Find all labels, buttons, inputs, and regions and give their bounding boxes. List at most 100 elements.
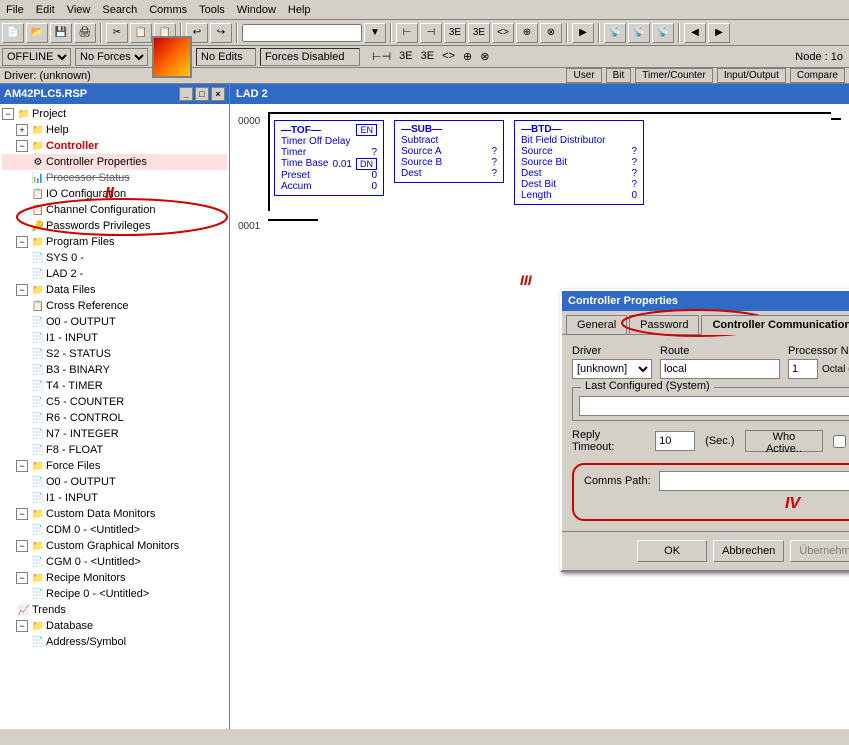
tree-item-force-files[interactable]: − 📁 Force Files xyxy=(2,458,227,474)
comm-btn3[interactable]: 📡 xyxy=(652,23,674,43)
tree-item-lad2[interactable]: 📄 LAD 2 - xyxy=(2,266,227,282)
cut-btn[interactable]: ✂ xyxy=(106,23,128,43)
tree-item-b3-binary[interactable]: 📄 B3 - BINARY xyxy=(2,362,227,378)
tab-password[interactable]: Password xyxy=(629,315,699,334)
tree-item-s2-status[interactable]: 📄 S2 - STATUS xyxy=(2,346,227,362)
tree-item-recipe[interactable]: − 📁 Recipe Monitors xyxy=(2,570,227,586)
btn-a[interactable]: ⊢⊣ xyxy=(372,50,391,63)
copy-btn[interactable]: 📋 xyxy=(130,23,152,43)
tree-item-controller[interactable]: − 📁 Controller xyxy=(2,138,227,154)
tof-en-contact[interactable]: EN xyxy=(356,124,377,136)
menu-comms[interactable]: Comms xyxy=(143,2,193,18)
comms-path-input[interactable] xyxy=(659,471,849,491)
expand-data-files[interactable]: − xyxy=(16,284,28,296)
cancel-btn[interactable]: Abbrechen xyxy=(713,540,784,562)
search-btn[interactable]: ▼ xyxy=(364,23,386,43)
forces-select[interactable]: No Forces Forces xyxy=(75,48,148,66)
expand-recipe[interactable]: − xyxy=(16,572,28,584)
tab-general[interactable]: General xyxy=(566,315,627,334)
tree-item-program-files[interactable]: − 📁 Program Files xyxy=(2,234,227,250)
nav-back[interactable]: ◀ xyxy=(684,23,706,43)
tree-item-n7-integer[interactable]: 📄 N7 - INTEGER xyxy=(2,426,227,442)
expand-cgm[interactable]: − xyxy=(16,540,28,552)
comm-btn1[interactable]: 📡 xyxy=(604,23,626,43)
tree-item-address[interactable]: 📄 Address/Symbol xyxy=(2,634,227,650)
tree-item-t4-timer[interactable]: 📄 T4 - TIMER xyxy=(2,378,227,394)
btn1[interactable]: ⊢ xyxy=(396,23,418,43)
expand-database[interactable]: − xyxy=(16,620,28,632)
tof-dn-contact[interactable]: DN xyxy=(356,158,377,170)
single-threading-checkbox[interactable] xyxy=(833,435,846,448)
last-configured-input[interactable] xyxy=(579,396,849,416)
expand-cdm[interactable]: − xyxy=(16,508,28,520)
tab-timer-counter[interactable]: Timer/Counter xyxy=(635,68,713,83)
search-input[interactable] xyxy=(242,24,362,42)
tree-item-cgm[interactable]: − 📁 Custom Graphical Monitors xyxy=(2,538,227,554)
tree-item-recipe0[interactable]: 📄 Recipe 0 - <Untitled> xyxy=(2,586,227,602)
mode-select[interactable]: OFFLINE ONLINE xyxy=(2,48,71,66)
close-btn[interactable]: × xyxy=(211,87,225,101)
tree-item-trends[interactable]: 📈 Trends xyxy=(2,602,227,618)
btn7[interactable]: ⊗ xyxy=(540,23,562,43)
comm-btn2[interactable]: 📡 xyxy=(628,23,650,43)
tree-item-o0-output[interactable]: 📄 O0 - OUTPUT xyxy=(2,314,227,330)
menu-tools[interactable]: Tools xyxy=(193,2,231,18)
btn5[interactable]: <> xyxy=(492,23,514,43)
maximize-btn[interactable]: □ xyxy=(195,87,209,101)
minimize-btn[interactable]: _ xyxy=(179,87,193,101)
tree-item-help[interactable]: + 📁 Help xyxy=(2,122,227,138)
btn4[interactable]: 3E xyxy=(468,23,490,43)
expand-controller[interactable]: − xyxy=(16,140,28,152)
menu-help[interactable]: Help xyxy=(282,2,317,18)
tree-item-project[interactable]: − 📁 Project xyxy=(2,106,227,122)
new-btn[interactable]: 📄 xyxy=(2,23,24,43)
print-btn[interactable]: 🖨 xyxy=(74,23,96,43)
route-input[interactable] xyxy=(660,359,780,379)
tree-item-f8-float[interactable]: 📄 F8 - FLOAT xyxy=(2,442,227,458)
driver-select[interactable]: [unknown] xyxy=(572,359,652,379)
ok-btn[interactable]: OK xyxy=(637,540,707,562)
tree-item-passwords[interactable]: 🔑 Passwords Privileges xyxy=(2,218,227,234)
reply-timeout-input[interactable] xyxy=(655,431,695,451)
tab-controller-comms[interactable]: Controller Communications xyxy=(701,315,849,335)
proc-node-input[interactable] xyxy=(788,359,818,379)
menu-search[interactable]: Search xyxy=(96,2,143,18)
tree-item-i1-input[interactable]: 📄 I1 - INPUT xyxy=(2,330,227,346)
expand-help[interactable]: + xyxy=(16,124,28,136)
tab-bit[interactable]: Bit xyxy=(606,68,632,83)
btn-e[interactable]: ⊕ xyxy=(463,50,472,63)
btn2[interactable]: ⊣ xyxy=(420,23,442,43)
nav-fwd[interactable]: ▶ xyxy=(708,23,730,43)
btn-d[interactable]: <> xyxy=(442,50,455,63)
tree-item-database[interactable]: − 📁 Database xyxy=(2,618,227,634)
btn-b[interactable]: 3E xyxy=(399,50,412,63)
tab-user[interactable]: User xyxy=(566,68,601,83)
save-btn[interactable]: 💾 xyxy=(50,23,72,43)
redo-btn[interactable]: ↪ xyxy=(210,23,232,43)
btn6[interactable]: ⊕ xyxy=(516,23,538,43)
tree-item-cgm0[interactable]: 📄 CGM 0 - <Untitled> xyxy=(2,554,227,570)
expand-force-files[interactable]: − xyxy=(16,460,28,472)
tree-item-force-o0[interactable]: 📄 O0 - OUTPUT xyxy=(2,474,227,490)
tree-item-controller-properties[interactable]: ⚙ Controller Properties xyxy=(2,154,227,170)
tree-item-channel-config[interactable]: 📋 Channel Configuration xyxy=(2,202,227,218)
tab-compare[interactable]: Compare xyxy=(790,68,845,83)
tree-item-io-config[interactable]: 📋 IO Configuration xyxy=(2,186,227,202)
tree-item-sys0[interactable]: 📄 SYS 0 - xyxy=(2,250,227,266)
menu-file[interactable]: File xyxy=(0,2,30,18)
menu-view[interactable]: View xyxy=(61,2,97,18)
tree-item-r6-control[interactable]: 📄 R6 - CONTROL xyxy=(2,410,227,426)
tree-item-processor-status[interactable]: 📊 Processor Status xyxy=(2,170,227,186)
menu-window[interactable]: Window xyxy=(231,2,282,18)
btn3[interactable]: 3E xyxy=(444,23,466,43)
tree-item-cdm[interactable]: − 📁 Custom Data Monitors xyxy=(2,506,227,522)
btn-f[interactable]: ⊗ xyxy=(480,50,489,63)
btn-c[interactable]: 3E xyxy=(421,50,434,63)
open-btn[interactable]: 📂 xyxy=(26,23,48,43)
who-active-btn[interactable]: Who Active.. xyxy=(745,430,824,452)
expand-program-files[interactable]: − xyxy=(16,236,28,248)
tree-item-data-files[interactable]: − 📁 Data Files xyxy=(2,282,227,298)
menu-edit[interactable]: Edit xyxy=(30,2,61,18)
expand-project[interactable]: − xyxy=(2,108,14,120)
tab-input-output[interactable]: Input/Output xyxy=(717,68,786,83)
